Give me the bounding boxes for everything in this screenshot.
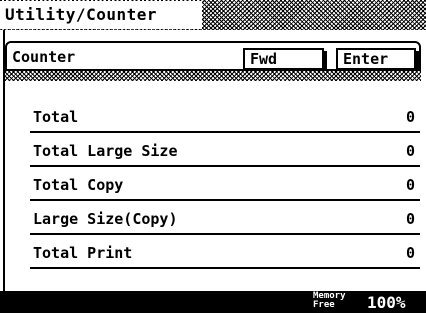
page-title: Utility/Counter: [0, 1, 202, 29]
fwd-button[interactable]: Fwd: [243, 48, 324, 70]
counter-row-label: Total: [33, 108, 79, 126]
counter-row-total-large-size: Total Large Size 0: [30, 135, 420, 167]
counter-row-label: Large Size(Copy): [33, 210, 178, 228]
counter-row-value: 0: [405, 176, 415, 194]
counter-row-total-copy: Total Copy 0: [30, 169, 420, 201]
memory-free-label: Memory Free: [313, 291, 346, 310]
counter-list: Total 0 Total Large Size 0 Total Copy 0 …: [5, 81, 420, 291]
counter-row-value: 0: [405, 244, 415, 262]
counter-row-value: 0: [405, 210, 415, 228]
counter-row-total: Total 0: [30, 101, 420, 133]
counter-row-label: Total Print: [33, 244, 133, 262]
counter-row-value: 0: [405, 108, 415, 126]
counter-row-label: Total Large Size: [33, 142, 178, 160]
counter-row-label: Total Copy: [33, 176, 124, 194]
counter-row-large-size-copy: Large Size(Copy) 0: [30, 203, 420, 235]
counter-header-label: Counter: [12, 48, 76, 66]
counter-row-value: 0: [405, 142, 415, 160]
memory-free-value: 100%: [367, 293, 406, 312]
counter-row-total-print: Total Print 0: [30, 237, 420, 269]
status-bar: Memory Free 100%: [0, 291, 426, 313]
header-pattern: [5, 71, 421, 81]
title-bar: Utility/Counter: [0, 0, 426, 30]
counter-header: Counter Fwd Enter: [5, 41, 421, 71]
enter-button[interactable]: Enter: [336, 48, 416, 70]
